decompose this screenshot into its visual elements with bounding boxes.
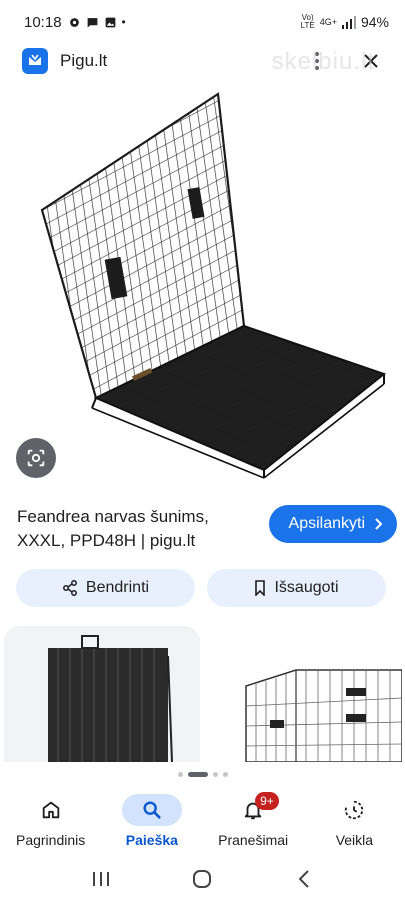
back-button[interactable] bbox=[284, 864, 324, 894]
nav-home[interactable]: Pagrindinis bbox=[1, 794, 101, 848]
notification-icons: • bbox=[68, 15, 126, 29]
pager-dot bbox=[177, 772, 183, 777]
bottom-nav: Pagrindinis Paieška 9+ Pranešimai Veikla bbox=[0, 788, 405, 858]
pager-dot-active bbox=[187, 772, 208, 777]
site-logo bbox=[22, 48, 48, 74]
nav-activity[interactable]: Veikla bbox=[304, 794, 404, 848]
network-type: 4G+ bbox=[319, 17, 337, 27]
gallery-icon bbox=[105, 17, 115, 27]
save-button[interactable]: Išsaugoti bbox=[207, 569, 386, 607]
home-icon bbox=[42, 801, 59, 819]
result-title-row: Feandrea narvas šunims, XXXL, PPD48H | p… bbox=[17, 505, 397, 553]
status-bar: 10:18 • Vo) LTE 4G+ 94% bbox=[0, 0, 405, 44]
visit-button[interactable]: Apsilankyti bbox=[268, 505, 397, 543]
product-image[interactable] bbox=[0, 80, 405, 488]
close-icon bbox=[364, 54, 378, 68]
related-image-1[interactable] bbox=[4, 626, 200, 762]
save-label: Išsaugoti bbox=[274, 579, 339, 596]
result-title[interactable]: Feandrea narvas šunims, XXXL, PPD48H | p… bbox=[17, 505, 237, 553]
search-icon bbox=[143, 801, 161, 819]
lens-search-button[interactable] bbox=[16, 438, 56, 478]
system-indicators: Vo) LTE 4G+ 94% bbox=[300, 13, 389, 31]
home-button[interactable] bbox=[182, 864, 222, 894]
home-circle-icon bbox=[193, 870, 212, 888]
battery-percent: 94% bbox=[360, 14, 389, 30]
more-vert-icon bbox=[315, 52, 319, 70]
nav-activity-label: Veikla bbox=[335, 832, 374, 848]
pager-dot bbox=[222, 772, 228, 777]
site-name[interactable]: Pigu.lt bbox=[60, 51, 107, 71]
back-icon bbox=[298, 870, 309, 888]
nav-notifications[interactable]: 9+ Pranešimai bbox=[203, 792, 303, 848]
share-icon bbox=[62, 580, 77, 596]
folded-crate-image bbox=[48, 635, 173, 762]
more-options-button[interactable] bbox=[305, 49, 329, 73]
nav-search-label: Paieška bbox=[125, 832, 178, 848]
lens-icon bbox=[27, 449, 45, 467]
chevron-right-icon bbox=[375, 518, 383, 530]
signal-icon bbox=[341, 15, 356, 29]
share-label: Bendrinti bbox=[85, 579, 150, 596]
nav-search[interactable]: Paieška bbox=[102, 794, 202, 848]
more-notifications-dot: • bbox=[121, 15, 126, 29]
nav-notifications-label: Pranešimai bbox=[218, 832, 289, 848]
image-pager bbox=[0, 772, 405, 777]
related-image-2[interactable] bbox=[206, 626, 402, 762]
close-button[interactable] bbox=[359, 49, 383, 73]
pigu-logo-icon bbox=[29, 54, 41, 65]
status-time: 10:18 bbox=[24, 13, 62, 31]
activity-icon bbox=[345, 800, 364, 820]
nav-home-label: Pagrindinis bbox=[15, 832, 86, 848]
result-header: Pigu.lt skelbiu.lt bbox=[0, 44, 405, 78]
system-nav-bar bbox=[0, 858, 405, 900]
settings-icon bbox=[69, 17, 79, 27]
pager-dot bbox=[212, 772, 218, 777]
dog-crate-image bbox=[40, 92, 387, 479]
related-images bbox=[4, 626, 405, 762]
volte-indicator: Vo) LTE bbox=[300, 13, 315, 30]
share-button[interactable]: Bendrinti bbox=[16, 569, 195, 607]
notification-badge: 9+ bbox=[255, 792, 279, 810]
recent-apps-icon bbox=[92, 872, 109, 886]
recent-apps-button[interactable] bbox=[81, 864, 121, 894]
message-icon bbox=[87, 17, 97, 27]
action-row: Bendrinti Išsaugoti bbox=[16, 569, 386, 607]
bookmark-icon bbox=[255, 580, 266, 596]
visit-label: Apsilankyti bbox=[288, 515, 365, 532]
crate-image bbox=[245, 669, 402, 762]
